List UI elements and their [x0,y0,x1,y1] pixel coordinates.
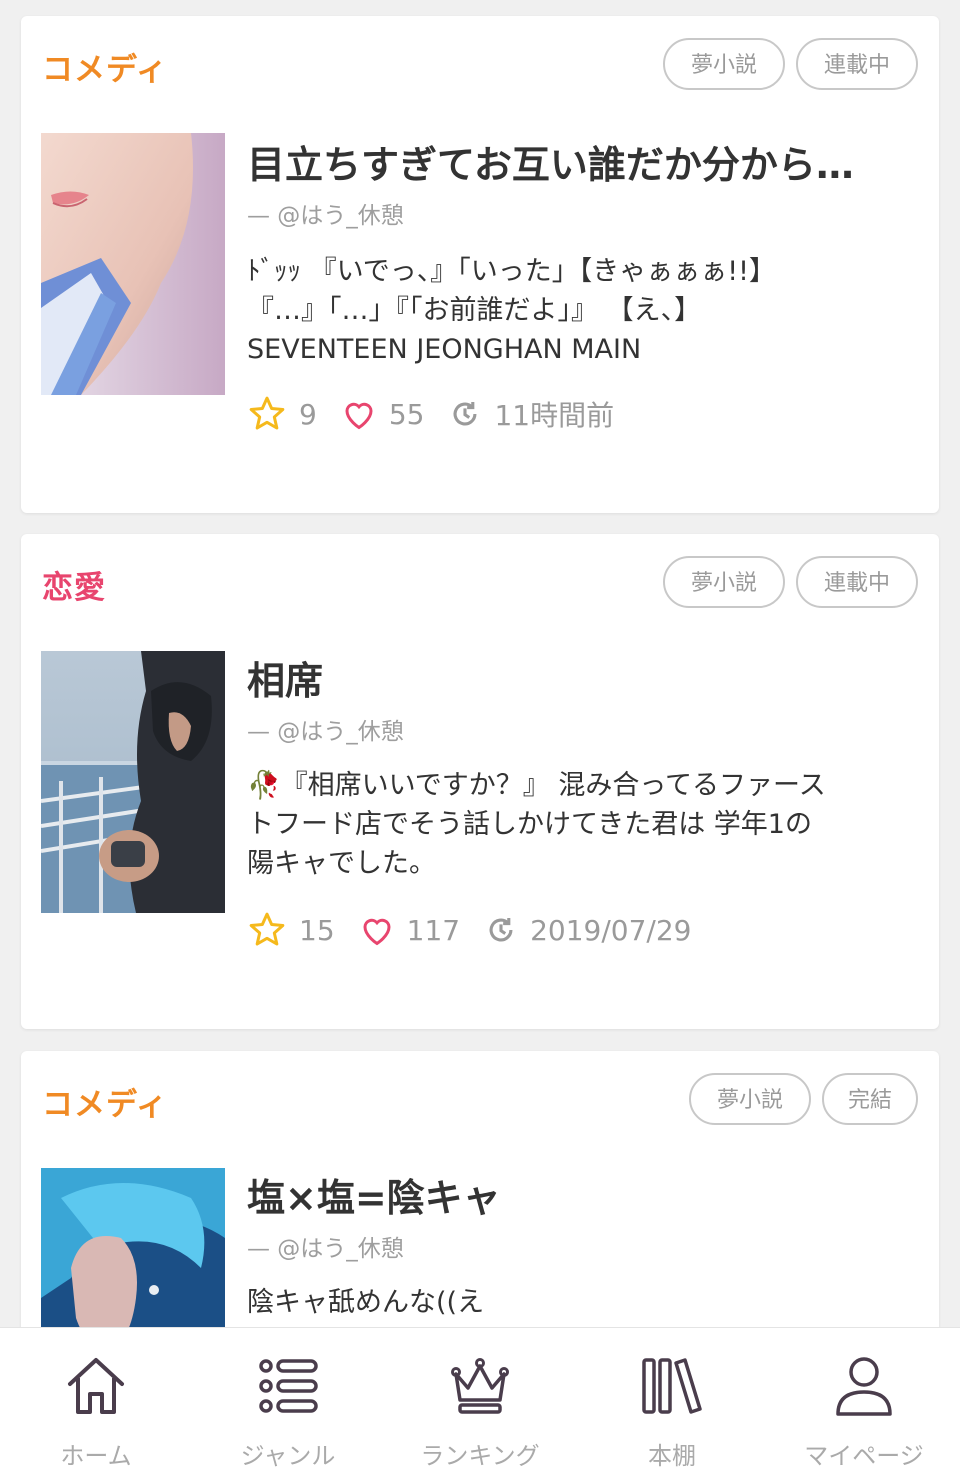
update-clock-icon [489,917,513,942]
star-count: 15 [299,913,335,947]
story-cover-image[interactable] [41,133,225,395]
genre-label[interactable]: 恋愛 [42,562,106,607]
tab-ranking-label: ランキング [420,1442,540,1470]
story-author[interactable]: — @はう_休憩 [247,712,404,746]
desc-line: 陰キャ舐めんな((え [247,1287,485,1318]
tab-bookshelf[interactable]: 本棚 [576,1328,768,1483]
heart-icon [363,918,391,946]
star-count: 9 [299,397,317,431]
story-description: 🥀『相席いいですか？』 混み合ってるファース トフード店でそう話しかけてきた君は… [247,766,917,883]
story-author[interactable]: — @はう_休憩 [247,196,404,230]
story-title[interactable]: 目立ちすぎてお互い誰だか分から… [247,134,917,189]
desc-line: ﾄﾞｯｯ 『いでっ、』「いった」【きゃぁぁぁ!!】 [247,256,776,287]
tab-bookshelf-label: 本棚 [648,1442,696,1470]
user-icon [836,1357,892,1416]
story-card[interactable]: コメディ 夢小説 連載中 目立ちすぎてお互い誰だか分から… — @はう_休憩 ﾄ… [21,16,939,513]
home-icon [68,1358,124,1414]
star-icon [249,912,285,946]
tab-mypage[interactable]: マイページ [768,1328,960,1483]
like-count: 117 [406,913,461,947]
genre-label[interactable]: コメディ [42,1079,168,1124]
story-stats: 15 117 2019/07/29 [247,908,715,952]
desc-line: SEVENTEEN JEONGHAN MAIN [247,334,642,365]
story-title[interactable]: 相席 [247,650,917,705]
desc-line: 陽キャでした。 [247,848,436,879]
story-stats: 9 55 11時間前 [247,392,638,436]
tag-dream-novel[interactable]: 夢小説 [689,1073,811,1125]
genre-label[interactable]: コメディ [42,44,168,89]
story-cover-image[interactable] [41,651,225,913]
like-count: 55 [388,397,425,431]
desc-line: 『…』「…」『「お前誰だよ」』 【え、】 [247,295,702,326]
updated-time: 11時間前 [494,399,615,432]
bookshelf-icon [642,1358,702,1414]
star-icon [249,396,285,430]
update-clock-icon [454,401,477,426]
tab-ranking[interactable]: ランキング [384,1328,576,1483]
updated-date: 2019/07/29 [530,913,692,947]
tab-genre[interactable]: ジャンル [192,1328,384,1483]
story-description: 陰キャ舐めんな((え [247,1283,917,1322]
story-description: ﾄﾞｯｯ 『いでっ、』「いった」【きゃぁぁぁ!!】 『…』「…」『「お前誰だよ」… [247,252,917,369]
desc-line: トフード店でそう話しかけてきた君は 学年1の [247,809,812,840]
story-card[interactable]: 恋愛 夢小説 連載中 相席 — @はう_休憩 🥀『相席いいですか？』 混み合って… [21,534,939,1029]
bottom-tab-bar: ホーム ジャンル ランキング 本棚 マイページ [0,1327,960,1483]
tab-mypage-label: マイページ [804,1442,924,1470]
desc-line: 🥀『相席いいですか？』 混み合ってるファース [247,770,826,801]
tab-home-label: ホーム [60,1442,132,1470]
tab-genre-label: ジャンル [240,1442,336,1470]
list-icon [259,1359,318,1413]
heart-icon [345,402,373,430]
crown-icon [451,1358,509,1414]
tab-home[interactable]: ホーム [0,1328,192,1483]
tag-dream-novel[interactable]: 夢小説 [663,38,785,90]
tag-status[interactable]: 連載中 [796,556,918,608]
tag-dream-novel[interactable]: 夢小説 [663,556,785,608]
story-author[interactable]: — @はう_休憩 [247,1229,404,1263]
tag-status[interactable]: 完結 [822,1073,918,1125]
story-title[interactable]: 塩×塩=陰キャ [247,1167,917,1222]
tag-status[interactable]: 連載中 [796,38,918,90]
